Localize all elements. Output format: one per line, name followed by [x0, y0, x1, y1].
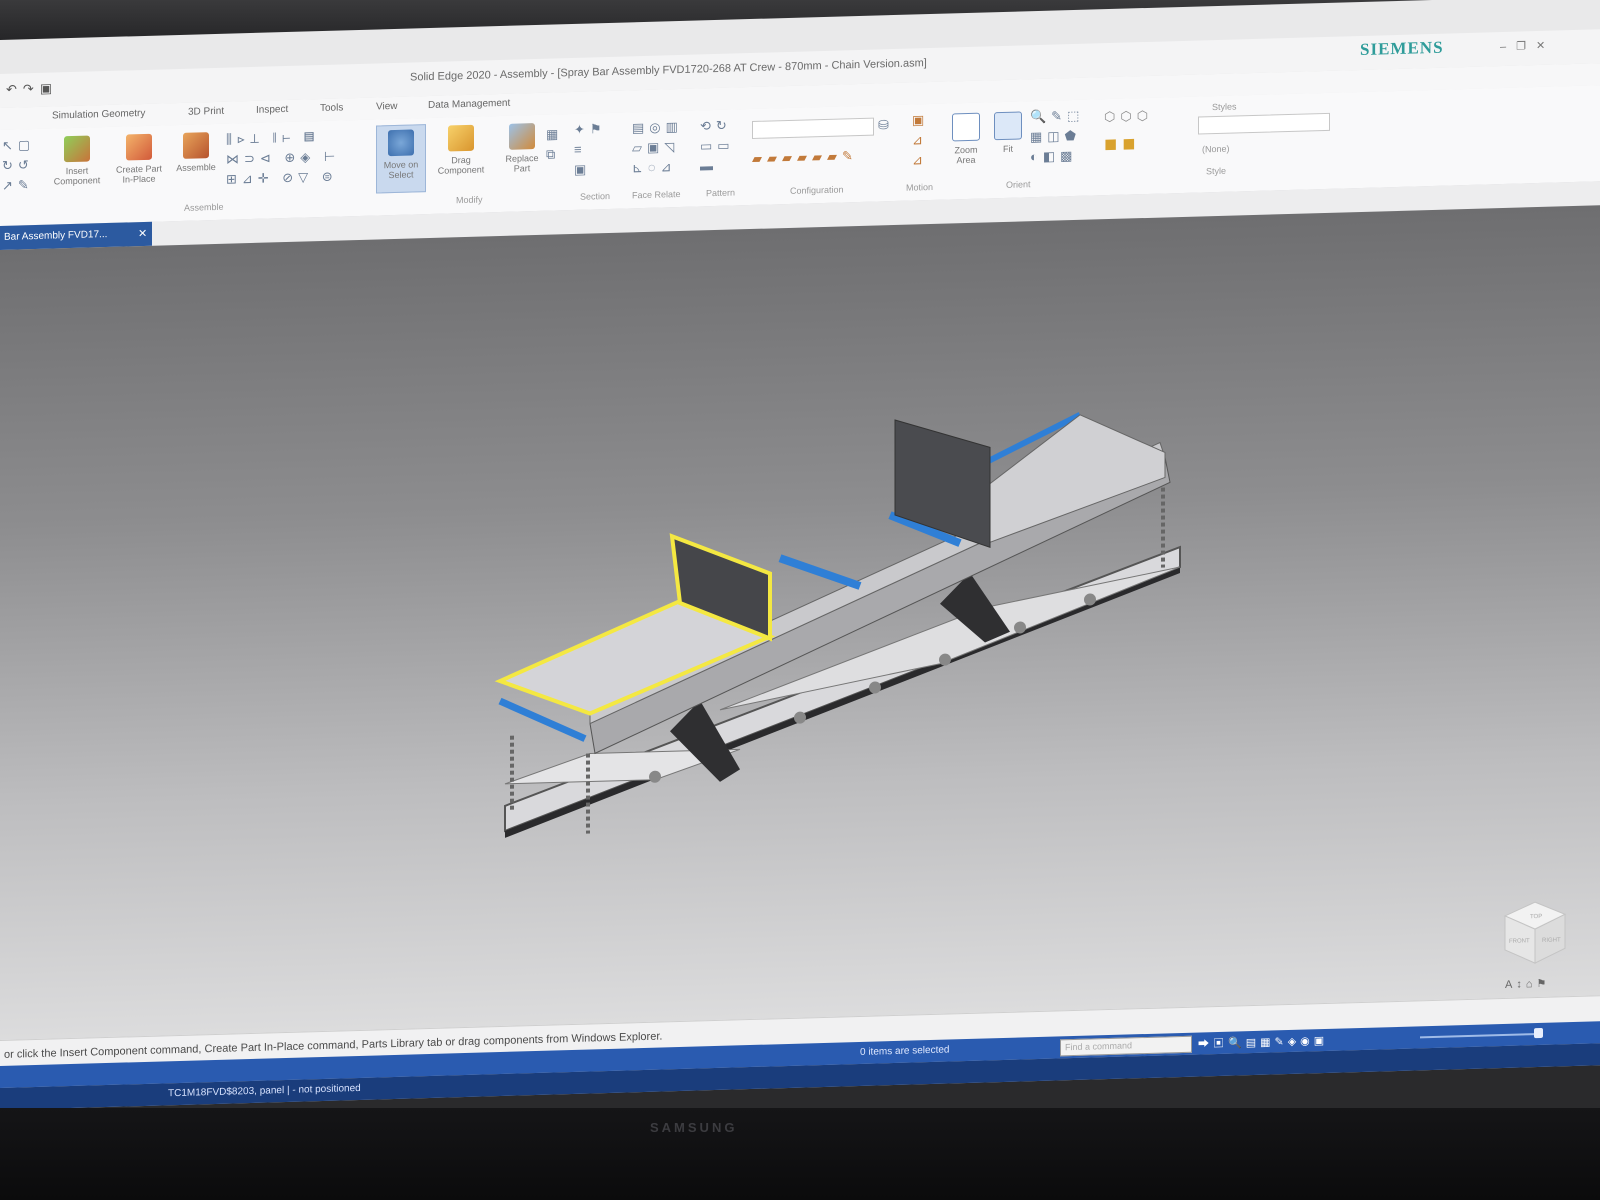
select-tools-icons[interactable]: ↖▢ ↻↺ ↗✎	[2, 135, 35, 196]
rear-end-plate[interactable]	[894, 417, 991, 550]
view-cube-front-label: FRONT	[1509, 938, 1530, 945]
zoom-area-button[interactable]: Zoom Area	[946, 112, 986, 165]
selection-count: 0 items are selected	[860, 1044, 950, 1058]
tab-view[interactable]: View	[376, 101, 398, 113]
motion-icons[interactable]: ▣ ⊿ ⊿	[912, 110, 929, 170]
pattern-icons[interactable]: ⟲↻ ▭▭ ▬	[700, 115, 735, 176]
shaded-view-icons[interactable]: ◼◼	[1104, 134, 1141, 155]
keyboard-icon[interactable]: ▤	[1400, 1079, 1416, 1091]
taskbar-clock[interactable]: 2:18 PM 17/11/2025	[1482, 1071, 1531, 1100]
create-part-in-place-button[interactable]: Create Part In-Place	[110, 133, 168, 185]
styles-label: Styles	[1212, 101, 1237, 113]
view-cube-right-label: RIGHT	[1542, 937, 1561, 944]
redo-icon[interactable]: ↷	[23, 81, 40, 96]
configuration-dropdown[interactable]	[752, 117, 874, 139]
group-modify-label: Modify	[456, 194, 483, 206]
create-part-icon	[126, 133, 152, 161]
clock-time: 2:18 PM	[1488, 1072, 1526, 1085]
graphics-viewport[interactable]: TOP FRONT RIGHT A↕⌂⚑	[0, 205, 1600, 1040]
window-title: Solid Edge 2020 - Assembly - [Spray Bar …	[410, 57, 927, 84]
system-tray[interactable]: ^▭◖▤	[1360, 1078, 1417, 1093]
insert-component-icon	[64, 135, 90, 163]
assemble-icon	[183, 132, 209, 159]
move-icon	[388, 129, 414, 157]
replace-part-icon	[509, 123, 535, 150]
drag-component-icon	[448, 124, 474, 152]
save-icon[interactable]: ▣	[40, 80, 58, 96]
insert-component-button[interactable]: Insert Component	[46, 135, 108, 187]
modify-small-icons[interactable]: ▦ ⧉	[546, 124, 563, 164]
minimize-icon[interactable]: –	[1500, 41, 1516, 53]
network-icon[interactable]: ▭	[1371, 1080, 1387, 1092]
tab-data-management[interactable]: Data Management	[428, 98, 510, 111]
monitor-brand: SAMSUNG	[650, 1120, 738, 1135]
command-finder-input[interactable]: Find a command	[1060, 1035, 1192, 1057]
hint-text: TC1M18FVD$8203, panel | - not positioned	[168, 1082, 361, 1100]
volume-icon[interactable]: ◖	[1388, 1080, 1401, 1092]
style-value: (None)	[1202, 143, 1230, 155]
view-cube-icons[interactable]: ⬡⬡⬡	[1104, 106, 1153, 127]
drag-component-button[interactable]: Drag Component	[430, 124, 492, 176]
fit-icon	[994, 111, 1022, 141]
group-assemble-label: Assemble	[184, 201, 224, 213]
window-controls[interactable]: –❐✕	[1500, 39, 1555, 54]
style-dropdown[interactable]	[1198, 112, 1330, 135]
section-tools-icons[interactable]: ✦⚑ ≡ ▣	[574, 119, 607, 180]
quick-access-toolbar[interactable]: ↶↷▣	[6, 80, 58, 97]
tab-3d-print[interactable]: 3D Print	[188, 106, 224, 118]
zoom-slider-thumb[interactable]	[1534, 1027, 1543, 1039]
assembly-model[interactable]	[0, 205, 1600, 1040]
zoom-icon	[952, 112, 980, 142]
group-style-label: Style	[1206, 165, 1227, 177]
group-face-relate-label: Face Relate	[632, 188, 681, 201]
move-on-select-button[interactable]: Move on Select	[376, 124, 426, 194]
view-cube[interactable]: TOP FRONT RIGHT	[1500, 896, 1570, 968]
clock-date: 17/11/2025	[1482, 1086, 1532, 1099]
command-finder-placeholder: Find a command	[1065, 1040, 1133, 1053]
group-orient-label: Orient	[1006, 179, 1031, 190]
viewport-tools[interactable]: A↕⌂⚑	[1505, 977, 1550, 991]
monitor-bezel-bottom: SAMSUNG	[0, 1108, 1600, 1200]
configuration-save-icon[interactable]: ⛁	[878, 115, 894, 135]
siemens-logo: SIEMENS	[1360, 37, 1444, 60]
relationship-tools-icons[interactable]: ⫼⊳⊥ ∥⊢ ▤ ⋈⊃⊲ ⊕◈ ⊢ ⊞⊿✛ ⊘▽ ⊜	[226, 126, 340, 189]
screen: ↶↷▣ Solid Edge 2020 - Assembly - [Spray …	[0, 0, 1600, 1110]
face-relate-icons[interactable]: ▤◎▥ ▱▣◹ ⊾◌⊿	[632, 117, 683, 178]
replace-part-button[interactable]: Replace Part	[496, 123, 548, 174]
tab-simulation-geometry[interactable]: Simulation Geometry	[52, 108, 145, 122]
chevron-up-icon[interactable]: ^	[1360, 1081, 1371, 1093]
status-view-icons[interactable]: ⮕▣🔍▤▦✎◈◉▣	[1198, 1032, 1328, 1052]
undo-icon[interactable]: ↶	[6, 81, 23, 96]
close-icon[interactable]: ✕	[1536, 40, 1555, 53]
fit-button[interactable]: Fit	[990, 111, 1026, 154]
zoom-slider-track[interactable]	[1420, 1032, 1540, 1039]
group-section-label: Section	[580, 190, 611, 202]
close-tab-icon[interactable]: ✕	[138, 227, 147, 240]
tab-tools[interactable]: Tools	[320, 102, 343, 114]
restore-icon[interactable]: ❐	[1516, 40, 1536, 53]
group-motion-label: Motion	[906, 181, 934, 193]
tab-inspect[interactable]: Inspect	[256, 104, 288, 116]
view-cube-top-label: TOP	[1530, 914, 1542, 920]
blue-rod[interactable]	[778, 554, 862, 590]
group-configuration-label: Configuration	[790, 184, 844, 196]
assemble-button[interactable]: Assemble	[170, 132, 222, 173]
configuration-icons[interactable]: ▰▰▰▰▰▰✎	[752, 146, 858, 169]
orient-icons[interactable]: 🔍✎⬚ ▦◫⬟ ◐◧▩	[1030, 106, 1084, 168]
group-pattern-label: Pattern	[706, 187, 736, 199]
